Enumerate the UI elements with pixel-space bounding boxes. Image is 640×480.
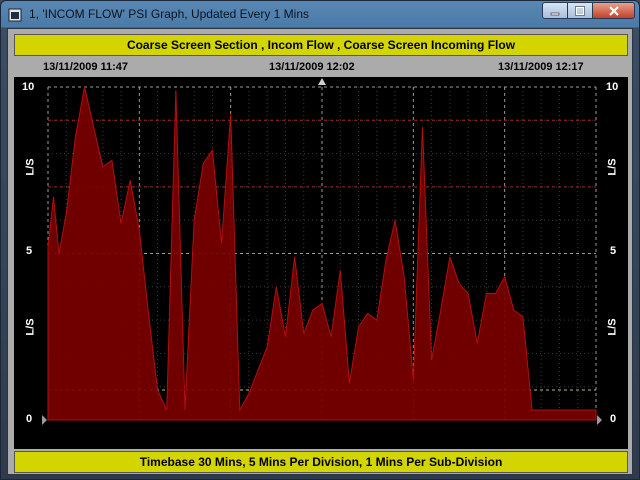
plot-area[interactable]: 10 5 0 L/S L/S 10 5 0 L/S L/S <box>14 77 628 449</box>
app-icon[interactable] <box>8 8 22 22</box>
window-title: 1, 'INCOM FLOW' PSI Graph, Updated Every… <box>29 7 310 21</box>
top-time-end: 13/11/2009 12:17 <box>498 61 584 73</box>
y-left-min-label: 0 <box>26 413 33 425</box>
flow-chart <box>42 78 602 425</box>
right-scroll-arrow-icon <box>597 415 602 425</box>
y-right-unit-upper: L/S <box>606 158 619 176</box>
top-time-start: 13/11/2009 11:47 <box>43 61 129 73</box>
close-button[interactable] <box>592 2 635 19</box>
y-left-max-label: 10 <box>22 81 35 93</box>
top-time-mid: 13/11/2009 12:02 <box>269 61 355 73</box>
minimize-button[interactable] <box>542 2 568 19</box>
y-right-mid-label: 5 <box>610 245 617 257</box>
center-marker-icon <box>318 78 326 85</box>
bottom-time-end: 13/11/2009 12:17 <box>498 430 584 442</box>
y-left-unit-upper: L/S <box>24 158 37 176</box>
title-bar[interactable]: 1, 'INCOM FLOW' PSI Graph, Updated Every… <box>1 1 639 29</box>
y-left-mid-label: 5 <box>26 245 33 257</box>
y-left-unit-lower: L/S <box>24 318 37 336</box>
y-right-unit-lower: L/S <box>606 318 619 336</box>
bottom-time-start: 13/11/2009 11:47 <box>43 430 129 442</box>
close-icon <box>608 5 619 16</box>
y-right-min-label: 0 <box>610 413 617 425</box>
minimize-icon <box>550 12 560 15</box>
graph-window: 1, 'INCOM FLOW' PSI Graph, Updated Every… <box>0 0 640 480</box>
timebase-banner: Timebase 30 Mins, 5 Mins Per Division, 1… <box>14 451 628 473</box>
bottom-time-mid: 13/11/2009 12:02 <box>269 430 355 442</box>
left-scroll-arrow-icon <box>42 415 47 425</box>
maximize-icon <box>575 5 585 16</box>
graph-title-banner: Coarse Screen Section , Incom Flow , Coa… <box>14 34 628 56</box>
y-right-max-label: 10 <box>606 81 619 93</box>
maximize-button[interactable] <box>567 2 593 19</box>
